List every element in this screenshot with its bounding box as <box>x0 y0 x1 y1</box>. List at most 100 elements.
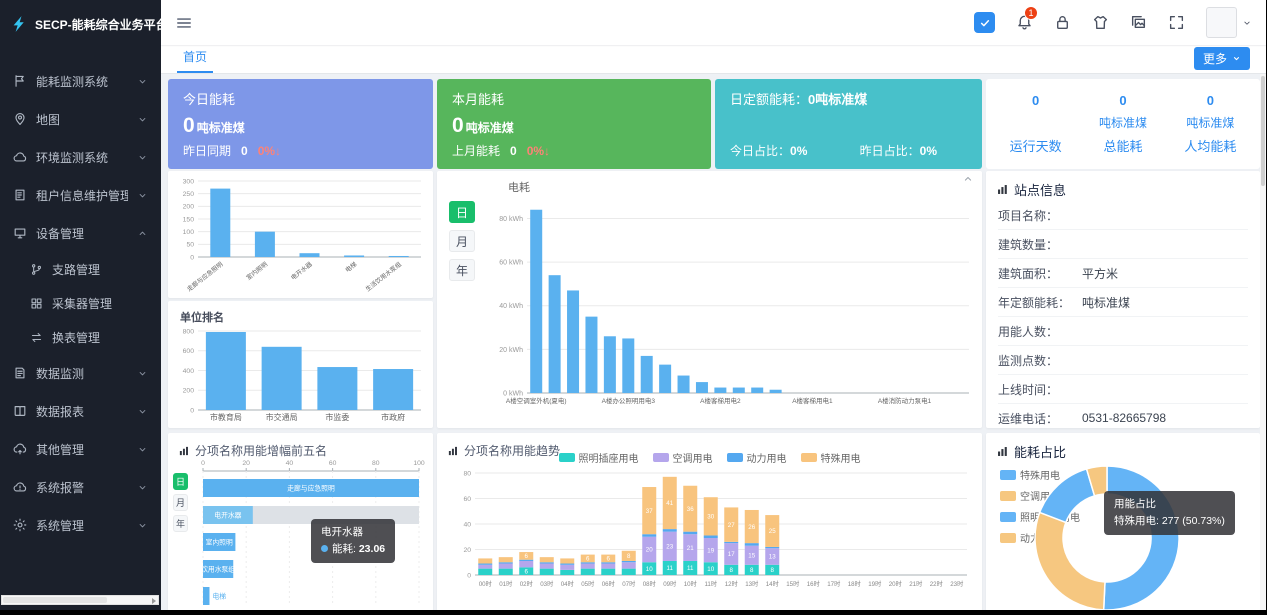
svg-text:19: 19 <box>707 547 714 554</box>
today-energy-card: 今日能耗 0吨标准煤 昨日同期0 0%↓ <box>168 79 433 169</box>
scrollbar-right-arrow-icon[interactable] <box>152 598 156 604</box>
electricity-chart[interactable]: 0 kWh20 kWh40 kWh60 kWh80 kWhA楼空调室外机(夏电)… <box>483 179 975 424</box>
period-button-月[interactable]: 月 <box>449 230 475 252</box>
legend-swatch <box>559 453 575 462</box>
svg-text:A楼办公照明用电3: A楼办公照明用电3 <box>602 396 656 405</box>
period-button-日[interactable]: 日 <box>449 201 475 223</box>
subentry-rank-chart-panel: 050100150200250300走廊与应急照明室内照明电开水器电梯生活饮用水… <box>168 171 433 298</box>
period-button-年[interactable]: 年 <box>449 259 475 281</box>
sidebar-item-8[interactable]: 其他管理 <box>0 430 161 468</box>
svg-text:01时: 01时 <box>499 580 512 588</box>
svg-text:400: 400 <box>183 368 195 375</box>
theme-shirt-icon[interactable] <box>1092 14 1109 31</box>
chevron-down-icon <box>1242 18 1252 28</box>
row-value: 0531-82665798 <box>1082 411 1166 425</box>
bar-chart-icon <box>178 445 190 457</box>
sidebar-item-5[interactable]: 设备管理 <box>0 214 161 252</box>
svg-text:A楼客梯用电1: A楼客梯用电1 <box>792 396 833 405</box>
lock-icon[interactable] <box>1054 14 1071 31</box>
svg-text:200: 200 <box>183 204 195 211</box>
cloud-alert-icon <box>13 480 27 494</box>
doc-edit-icon <box>13 188 27 202</box>
delta-down-indicator: 0%↓ <box>527 144 550 158</box>
unit-rank-chart[interactable]: 0200400600800市教育局市交通局市监委市政府 <box>168 325 431 428</box>
legend-label: 照明插座用电 <box>579 450 639 465</box>
sidebar-item-2[interactable]: 地图 <box>0 100 161 138</box>
sidebar-horizontal-scrollbar[interactable] <box>1 595 159 605</box>
notification-bell-icon[interactable]: 1 <box>1016 14 1033 31</box>
chevron-up-icon <box>137 228 148 239</box>
period-button-年[interactable]: 年 <box>173 515 188 532</box>
legend-swatch <box>653 453 669 462</box>
gallery-icon[interactable] <box>1130 14 1147 31</box>
more-button[interactable]: 更多 <box>1194 47 1250 70</box>
sidebar-subitem-label: 支路管理 <box>52 261 100 278</box>
svg-text:A楼消防动力泵电1: A楼消防动力泵电1 <box>878 396 932 405</box>
cloud-icon <box>13 150 27 164</box>
menu-collapse-icon[interactable] <box>175 14 193 32</box>
legend-item[interactable]: 空调用电 <box>653 450 713 465</box>
user-avatar-menu[interactable] <box>1206 7 1252 38</box>
metric-value: 0 <box>1207 93 1214 108</box>
sidebar-item-label: 设备管理 <box>36 225 84 242</box>
svg-text:23: 23 <box>666 544 673 551</box>
svg-text:07时: 07时 <box>622 580 635 588</box>
svg-text:150: 150 <box>183 216 195 223</box>
device-icon <box>13 226 27 240</box>
scrollbar-thumb[interactable] <box>3 597 107 603</box>
svg-text:40: 40 <box>463 521 471 528</box>
legend-item[interactable]: 动力用电 <box>727 450 787 465</box>
svg-text:06时: 06时 <box>602 580 615 588</box>
summary-card: 0运行天数0吨标准煤总能耗0吨标准煤人均能耗 <box>986 79 1260 169</box>
content-vertical-scrollbar[interactable] <box>1260 74 1266 610</box>
chevron-down-icon <box>137 520 148 531</box>
svg-text:100: 100 <box>183 229 195 236</box>
metric-unit: 吨标准煤 <box>1186 114 1234 131</box>
sidebar-item-6[interactable]: 数据监测 <box>0 354 161 392</box>
row-label: 运维电话： <box>998 410 1082 427</box>
card-title: 今日能耗 <box>183 89 418 108</box>
message-check-icon[interactable] <box>974 12 995 33</box>
yesterday-ratio: 昨日占比：0% <box>860 142 937 159</box>
scrollbar-thumb[interactable] <box>1261 76 1265 186</box>
sidebar-item-3[interactable]: 环境监测系统 <box>0 138 161 176</box>
sidebar-item-10[interactable]: 系统管理 <box>0 506 161 544</box>
svg-text:100: 100 <box>413 460 425 467</box>
sidebar-subitem-3[interactable]: 换表管理 <box>0 320 161 354</box>
panel-title: 站点信息 <box>986 171 1260 199</box>
sidebar-item-4[interactable]: 租户信息维护管理 <box>0 176 161 214</box>
tab-home[interactable]: 首页 <box>177 48 213 73</box>
svg-text:6: 6 <box>586 556 590 563</box>
unit-rank-chart-panel: 单位排名 0200400600800市教育局市交通局市监委市政府 <box>168 301 433 428</box>
energy-ratio-donut-chart[interactable] <box>986 459 1260 610</box>
metric-value: 0 <box>1032 93 1039 108</box>
svg-text:15: 15 <box>748 552 755 559</box>
month-energy-card: 本月能耗 0吨标准煤 上月能耗0 0%↓ <box>437 79 711 169</box>
metric-value: 0 <box>1119 93 1126 108</box>
panel-title: 能耗占比 <box>986 433 1260 461</box>
sidebar-item-label: 能耗监测系统 <box>36 73 108 90</box>
legend-item[interactable]: 照明插座用电 <box>559 450 639 465</box>
trend-chart[interactable]: 02040608000时01时6602时03时04时605时606时807时10… <box>445 467 975 607</box>
fullscreen-icon[interactable] <box>1168 14 1185 31</box>
row-label: 建筑面积： <box>998 265 1082 282</box>
growth-top5-chart[interactable]: 020406080100走廊与应急照明电开水器室内照明饮用水泵组电梯 <box>193 457 427 607</box>
period-button-月[interactable]: 月 <box>173 494 188 511</box>
svg-text:20: 20 <box>646 547 653 554</box>
sidebar-subitem-2[interactable]: 采集器管理 <box>0 286 161 320</box>
period-button-日[interactable]: 日 <box>173 473 188 490</box>
svg-text:200: 200 <box>183 388 195 395</box>
svg-text:市教育局: 市教育局 <box>210 412 242 422</box>
svg-text:23时: 23时 <box>950 580 963 588</box>
sidebar-item-7[interactable]: 数据报表 <box>0 392 161 430</box>
sidebar-item-9[interactable]: 系统报警 <box>0 468 161 506</box>
subentry-rank-chart[interactable]: 050100150200250300走廊与应急照明室内照明电开水器电梯生活饮用水… <box>168 171 431 295</box>
app-title: SECP-能耗综合业务平台 <box>35 16 168 33</box>
metric-unit: 吨标准煤 <box>1099 114 1147 131</box>
legend-item[interactable]: 特殊用电 <box>801 450 861 465</box>
period-button-group: 日月年 <box>173 473 188 532</box>
header-icon-group: 1 <box>974 7 1252 38</box>
gear-icon <box>13 518 27 532</box>
sidebar-subitem-1[interactable]: 支路管理 <box>0 252 161 286</box>
sidebar-item-1[interactable]: 能耗监测系统 <box>0 62 161 100</box>
